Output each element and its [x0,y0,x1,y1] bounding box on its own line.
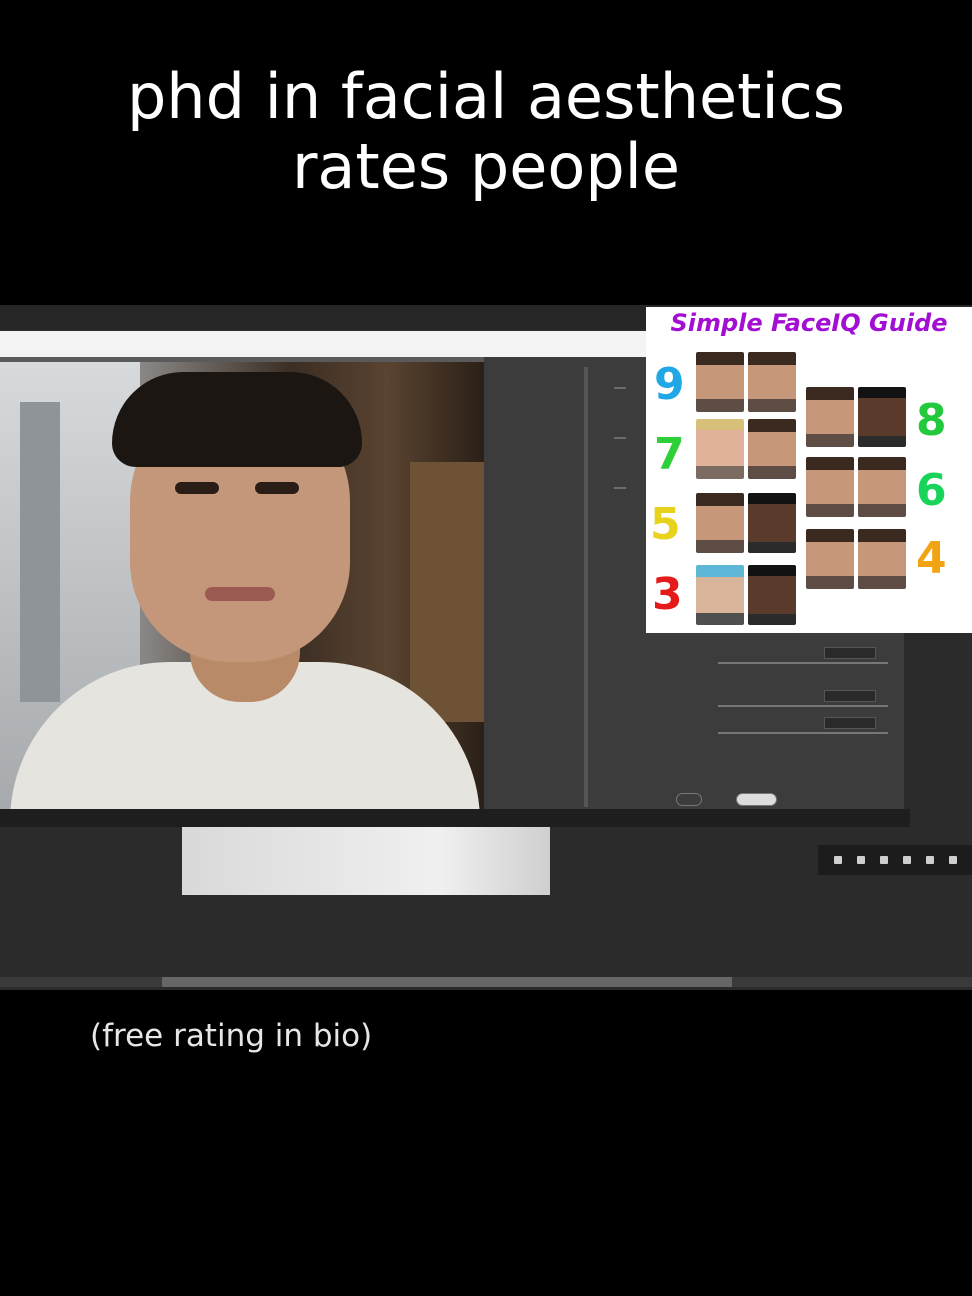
scrollbar-thumb[interactable] [162,977,732,987]
face-photo [858,529,906,589]
face-photo [696,352,744,412]
rating-5: 5 [650,499,681,550]
panel-slider[interactable] [718,732,888,734]
face-photo [748,352,796,412]
panel-row [614,387,626,389]
face-photo [806,387,854,447]
face-photo [748,419,796,479]
taskbar-icon[interactable] [833,856,842,864]
panel-value-field[interactable] [824,647,876,659]
panel-slider[interactable] [718,662,888,664]
face-photo [696,419,744,479]
face-photo [806,457,854,517]
bottom-caption: (free rating in bio) [90,1018,373,1054]
face-photo [696,565,744,625]
face-iq-guide: Simple FaceIQ Guide 9 8 7 6 5 4 3 [646,307,972,633]
rating-4: 4 [916,533,947,584]
cancel-button[interactable] [676,793,702,806]
top-caption-line-2: rates people [291,130,681,203]
face-photo [748,493,796,553]
rating-6: 6 [916,465,947,516]
webcam-thumbnail [182,827,550,895]
taskbar-icon[interactable] [879,856,888,864]
panel-value-field[interactable] [824,717,876,729]
horizontal-scrollbar[interactable] [0,977,972,987]
window-title-bar [0,331,660,357]
guide-title: Simple FaceIQ Guide [670,309,948,337]
person-hair [112,372,362,467]
video-bottom-bar [0,809,910,827]
taskbar-icon[interactable] [948,856,957,864]
rating-7: 7 [654,429,685,480]
top-caption-line-1: phd in facial aesthetics [126,60,846,133]
background-door [20,402,60,702]
panel-value-field[interactable] [824,690,876,702]
background-shelf [410,462,484,722]
confirm-button[interactable] [736,793,777,806]
rating-8: 8 [916,395,947,446]
face-photo [858,387,906,447]
rating-9: 9 [654,359,685,410]
face-photo [696,493,744,553]
webcam-video [0,362,484,809]
face-photo [806,529,854,589]
person-mouth [205,587,275,601]
person-eye-right [255,482,299,494]
panel-slider[interactable] [718,705,888,707]
taskbar [818,845,972,875]
taskbar-icon[interactable] [925,856,934,864]
taskbar-icon[interactable] [902,856,911,864]
face-photo [858,457,906,517]
face-photo [748,565,796,625]
taskbar-icon[interactable] [856,856,865,864]
panel-row [614,437,626,439]
rating-3: 3 [652,569,683,620]
panel-row [614,487,626,489]
person-eye-left [175,482,219,494]
panel-scrollbar[interactable] [584,367,588,807]
top-caption: phd in facial aesthetics rates people [0,62,972,202]
